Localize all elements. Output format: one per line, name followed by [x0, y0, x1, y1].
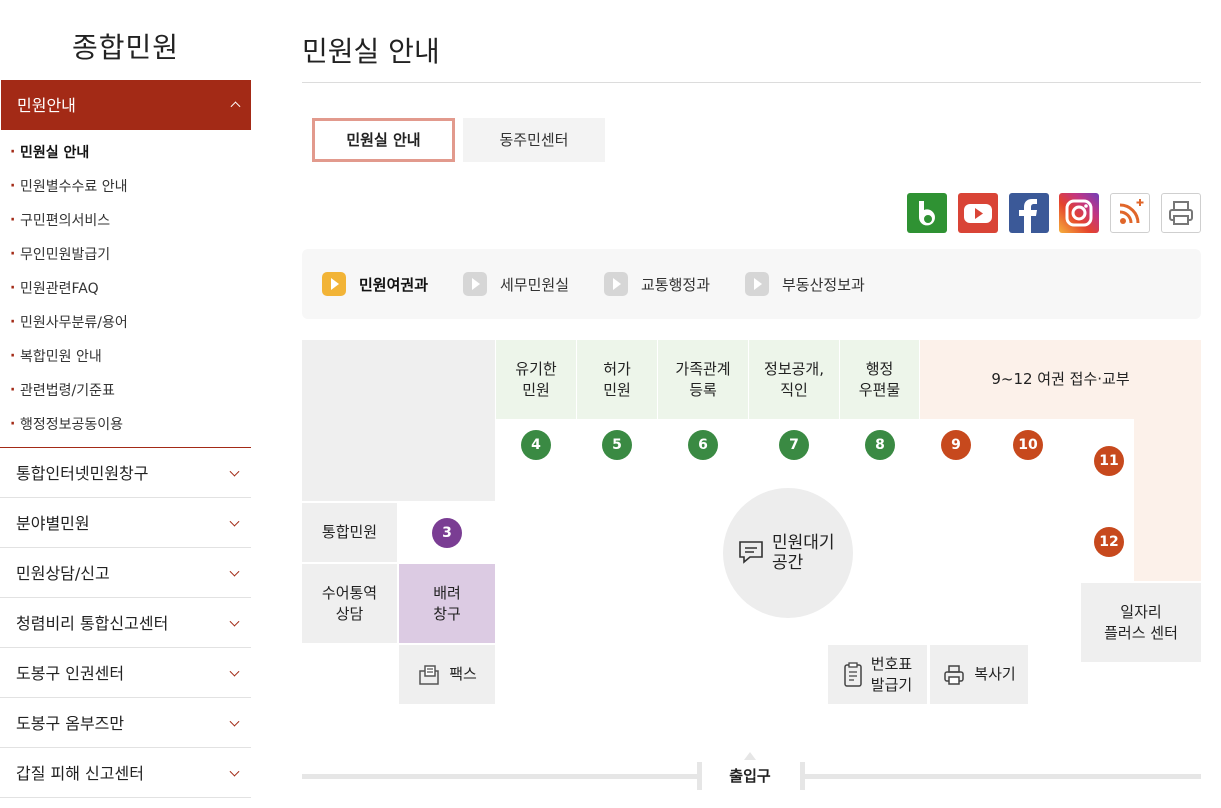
floor-blank-area: [302, 340, 495, 501]
jobs-center: 일자리 플러스 센터: [1081, 583, 1201, 662]
subtab-passport[interactable]: 민원여권과: [322, 271, 428, 297]
sidebar-section-label: 통합인터넷민원창구: [16, 464, 149, 483]
rss-icon[interactable]: [1110, 193, 1150, 233]
sidebar-section-label: 청렴비리 통합신고센터: [16, 614, 169, 633]
number-badge: 12: [1094, 527, 1124, 557]
tab-office-guide[interactable]: 민원실 안내: [312, 118, 455, 162]
counter-6: 가족관계 등록: [658, 340, 748, 419]
sidebar-section[interactable]: 도봉구 인권센터: [0, 648, 251, 698]
sidebar-sections: 통합인터넷민원창구 분야별민원 민원상담/신고 청렴비리 통합신고센터 도봉구 …: [0, 447, 251, 798]
sidebar-section[interactable]: 민원상담/신고: [0, 548, 251, 598]
entrance-line: [800, 774, 1201, 779]
sidebar-section-label: 분야별민원: [16, 514, 90, 533]
sidebar-section-open[interactable]: 민원안내: [1, 80, 251, 130]
copier: 복사기: [930, 645, 1028, 704]
counter-8: 행정 우편물: [840, 340, 919, 419]
fax-icon: [419, 664, 439, 685]
sidebar-title: 종합민원: [71, 31, 180, 64]
fax-area: 팩스: [399, 645, 495, 704]
ticket-machine: 번호표 발급기: [828, 645, 927, 704]
number-badge: 3: [432, 518, 462, 548]
sidebar-submenu: 민원실 안내 민원별수수료 안내 구민편의서비스 무인민원발급기 민원관련FAQ…: [0, 135, 251, 442]
play-icon: [463, 272, 487, 296]
chevron-down-icon: [229, 566, 240, 577]
chevron-up-icon: [230, 101, 241, 112]
counter-passport: 9~12 여권 접수·교부: [920, 340, 1201, 419]
play-icon: [604, 272, 628, 296]
title-divider: [302, 82, 1201, 83]
copier-icon: [944, 664, 965, 685]
sidebar-section-label: 갑질 피해 신고센터: [16, 764, 144, 783]
department-tabs: 민원여권과 세무민원실 교통행정과 부동산정보과: [302, 249, 1201, 319]
subtab-tax[interactable]: 세무민원실: [463, 271, 569, 297]
chevron-down-icon: [229, 616, 240, 627]
chevron-down-icon: [229, 516, 240, 527]
subtab-realestate[interactable]: 부동산정보과: [745, 271, 865, 297]
number-badge: 10: [1013, 430, 1043, 460]
entrance-line: [302, 774, 702, 779]
sidebar-section[interactable]: 청렴비리 통합신고센터: [0, 598, 251, 648]
waiting-area-label: 민원대기 공간: [772, 533, 835, 573]
sidebar-subitem[interactable]: 복합민원 안내: [0, 339, 251, 374]
sidebar-subitem[interactable]: 관련법령/기준표: [0, 373, 251, 408]
instagram-icon[interactable]: [1059, 193, 1099, 233]
sidebar-subitem[interactable]: 민원별수수료 안내: [0, 169, 251, 204]
counter-integrated: 통합민원: [302, 503, 397, 562]
sidebar-section[interactable]: 도봉구 옴부즈만: [0, 698, 251, 748]
sidebar-subitem[interactable]: 구민편의서비스: [0, 203, 251, 238]
counter-sign-language: 수어통역 상담: [302, 564, 397, 643]
sidebar-section-label: 도봉구 옴부즈만: [16, 714, 125, 733]
sidebar-subitem[interactable]: 무인민원발급기: [0, 237, 251, 272]
sidebar-section-label: 민원안내: [17, 96, 76, 115]
ticket-icon: [844, 661, 862, 687]
number-badge: 4: [521, 430, 551, 460]
sidebar-section-label: 도봉구 인권센터: [16, 664, 125, 683]
play-icon: [745, 272, 769, 296]
fax-label: 팩스: [449, 665, 477, 683]
entrance-post: [800, 762, 805, 790]
passport-side-area: [1134, 419, 1201, 581]
play-icon: [322, 272, 346, 296]
sidebar-section[interactable]: 통합인터넷민원창구: [0, 448, 251, 498]
page-title: 민원실 안내: [302, 35, 440, 68]
tab-community-center[interactable]: 동주민센터: [463, 118, 605, 162]
sidebar-subitem[interactable]: 민원관련FAQ: [0, 271, 251, 306]
ticket-machine-label: 번호표 발급기: [870, 654, 913, 694]
subtab-label: 교통행정과: [641, 275, 711, 294]
print-icon[interactable]: [1161, 193, 1201, 233]
counter-4: 유기한 민원: [496, 340, 576, 419]
chevron-down-icon: [229, 716, 240, 727]
sidebar-section[interactable]: 갑질 피해 신고센터: [0, 748, 251, 798]
sidebar-section[interactable]: 분야별민원: [0, 498, 251, 548]
entrance-label: 출입구: [729, 767, 771, 785]
youtube-icon[interactable]: [958, 193, 998, 233]
number-badge: 6: [688, 430, 718, 460]
counter-7: 정보공개, 직인: [749, 340, 839, 419]
facebook-icon[interactable]: [1009, 193, 1049, 233]
chat-icon: [739, 541, 763, 564]
number-badge: 11: [1094, 446, 1124, 476]
number-badge: 8: [865, 430, 895, 460]
subtab-label: 세무민원실: [500, 275, 570, 294]
subtab-label: 민원여권과: [359, 275, 429, 294]
subtab-label: 부동산정보과: [782, 275, 865, 294]
number-badge: 5: [602, 430, 632, 460]
counter-care: 배려 창구: [399, 564, 495, 643]
sidebar-subitem[interactable]: 민원실 안내: [0, 135, 251, 170]
copier-label: 복사기: [974, 665, 1016, 683]
blog-icon[interactable]: [907, 193, 947, 233]
sidebar-section-label: 민원상담/신고: [16, 564, 110, 583]
counter-5: 허가 민원: [577, 340, 657, 419]
chevron-down-icon: [229, 666, 240, 677]
sidebar-subitem[interactable]: 행정정보공동이용: [0, 407, 251, 442]
chevron-down-icon: [229, 466, 240, 477]
number-badge: 7: [779, 430, 809, 460]
chevron-down-icon: [229, 766, 240, 777]
entrance-arrow-icon: [744, 752, 756, 760]
sidebar-subitem[interactable]: 민원사무분류/용어: [0, 305, 251, 340]
sidebar: 종합민원: [0, 0, 251, 80]
number-badge: 9: [941, 430, 971, 460]
subtab-traffic[interactable]: 교통행정과: [604, 271, 710, 297]
